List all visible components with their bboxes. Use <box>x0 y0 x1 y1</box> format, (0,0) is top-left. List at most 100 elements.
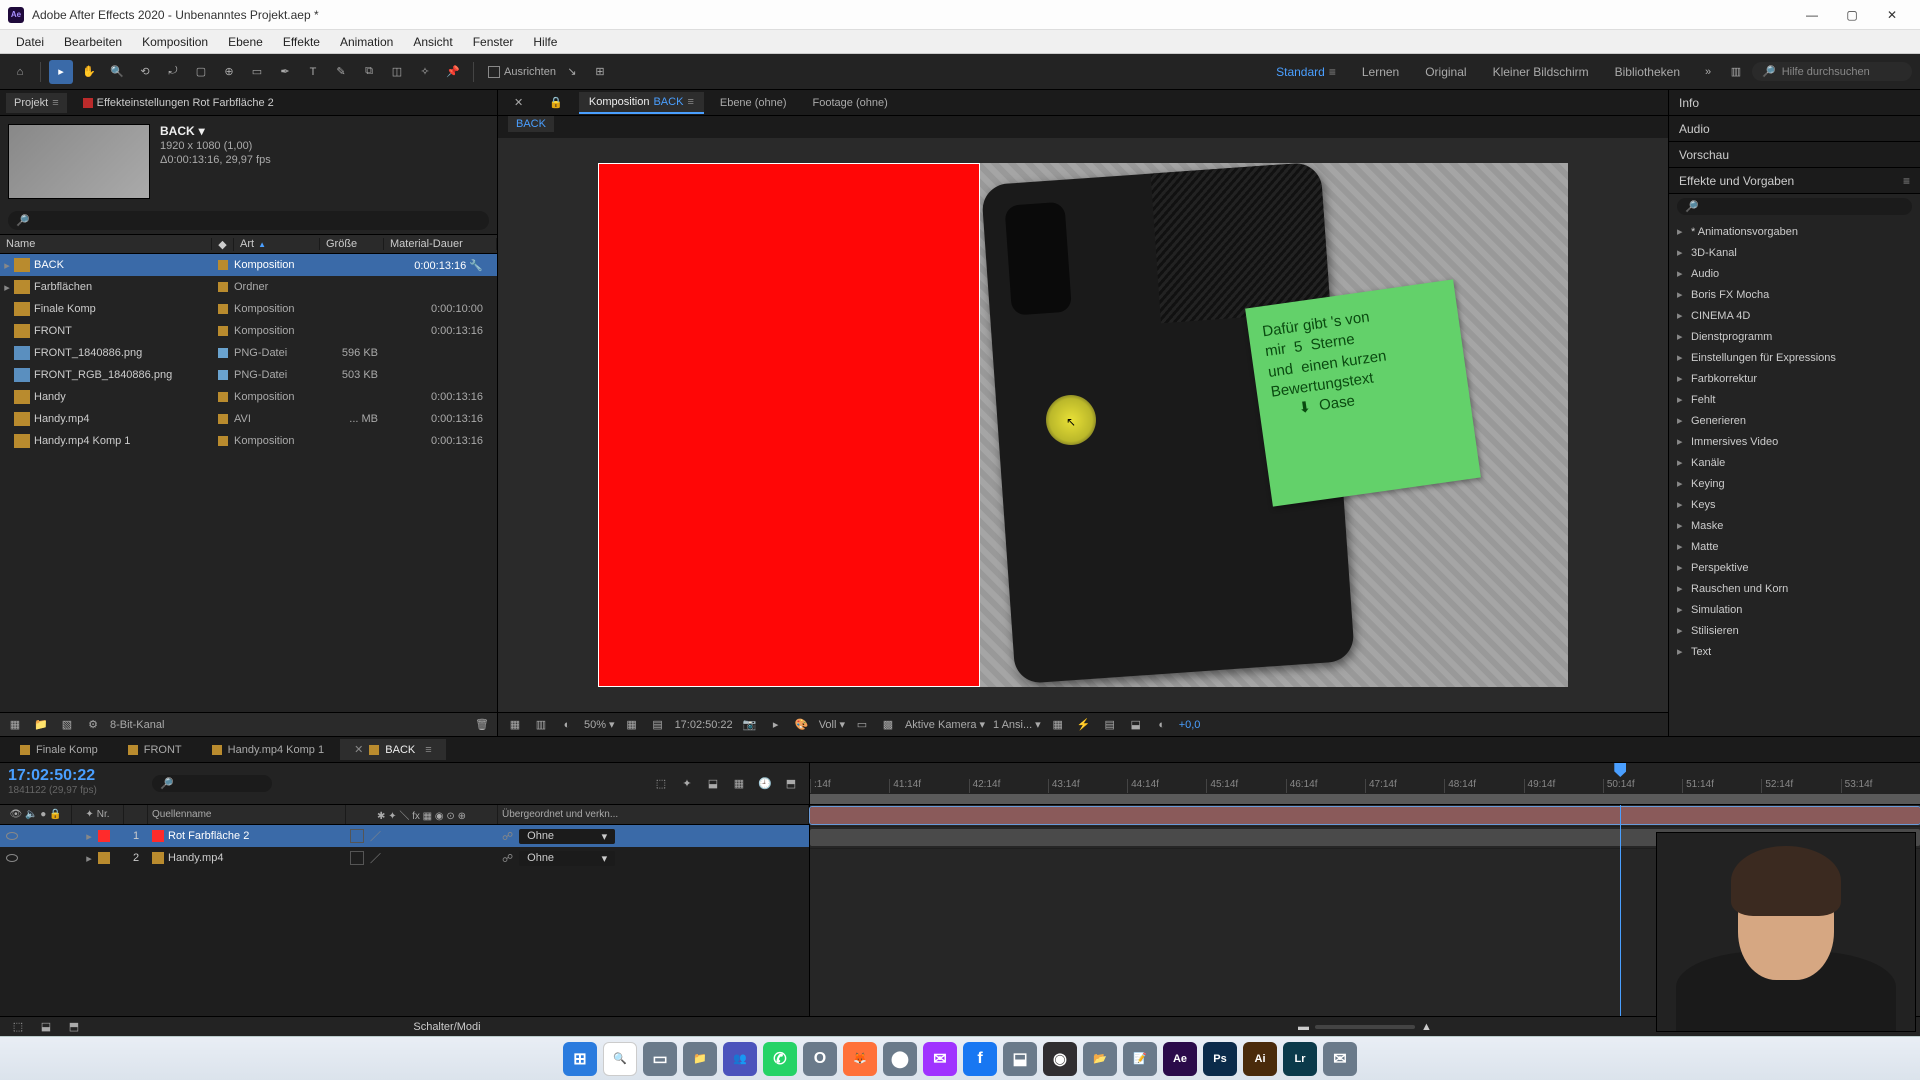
fx-category[interactable]: ▸Stilisieren <box>1669 620 1920 641</box>
taskbar-messenger-icon[interactable]: ✉ <box>923 1042 957 1076</box>
help-search-input[interactable]: 🔎 Hilfe durchsuchen <box>1752 62 1912 81</box>
timeline-layer-row[interactable]: ▸1Rot Farbfläche 2／☍Ohne▾ <box>0 825 809 847</box>
switch-modes-label[interactable]: Schalter/Modi <box>92 1021 802 1033</box>
workspace-overflow-icon[interactable]: » <box>1696 60 1720 84</box>
workspace-panel-icon[interactable]: ▥ <box>1724 60 1748 84</box>
snap-options-icon[interactable]: ⊞ <box>588 60 612 84</box>
workspace-standard[interactable]: Standard≡ <box>1264 61 1348 83</box>
zoom-tool-icon[interactable]: 🔍 <box>105 60 129 84</box>
flowchart-icon[interactable]: ⬓ <box>1127 716 1145 734</box>
tl-btn-1-icon[interactable]: ⬚ <box>651 774 671 794</box>
col-parent[interactable]: Übergeordnet und verkn... <box>498 805 809 824</box>
interpret-icon[interactable]: ▦ <box>6 716 24 734</box>
menu-ebene[interactable]: Ebene <box>218 32 273 52</box>
timeline-timecode[interactable]: 17:02:50:22 <box>8 767 136 785</box>
taskbar-mail-icon[interactable]: ✉ <box>1323 1042 1357 1076</box>
fx-category[interactable]: ▸* Animationsvorgaben <box>1669 221 1920 242</box>
project-row[interactable]: ▸BACKKomposition0:00:13:16 🔧 <box>0 254 497 276</box>
timeline-layer-row[interactable]: ▸2Handy.mp4／☍Ohne▾ <box>0 847 809 869</box>
new-comp-icon[interactable]: ▧ <box>58 716 76 734</box>
timeline-ruler[interactable]: :14f41:14f42:14f43:14f44:14f45:14f46:14f… <box>810 763 1920 805</box>
timeline-icon[interactable]: ▤ <box>1101 716 1119 734</box>
fx-category[interactable]: ▸Dienstprogramm <box>1669 326 1920 347</box>
taskbar-app2-icon[interactable]: ⬓ <box>1003 1042 1037 1076</box>
selected-item-name[interactable]: BACK ▾ <box>160 124 271 138</box>
fx-category[interactable]: ▸Generieren <box>1669 410 1920 431</box>
channel-icon[interactable]: ▥ <box>532 716 550 734</box>
composition-viewer[interactable]: Dafür gibt 's vonmir 5 Sterneund einen k… <box>598 163 1568 687</box>
project-search-input[interactable]: 🔎 <box>8 211 489 230</box>
taskbar-opera-icon[interactable]: O <box>803 1042 837 1076</box>
menu-animation[interactable]: Animation <box>330 32 403 52</box>
workspace-kleiner-bildschirm[interactable]: Kleiner Bildschirm <box>1481 61 1601 83</box>
exposure-value[interactable]: +0,0 <box>1179 719 1201 731</box>
exposure-reset-icon[interactable]: ◐ <box>1153 716 1171 734</box>
taskbar-search-icon[interactable]: 🔍 <box>603 1042 637 1076</box>
zoom-slider[interactable] <box>1315 1025 1415 1029</box>
tab-project[interactable]: Projekt ≡ <box>6 93 67 113</box>
fast-preview-icon[interactable]: ⚡ <box>1075 716 1093 734</box>
tab-menu-icon[interactable]: ≡ <box>687 96 693 108</box>
roi-icon[interactable]: ▭ <box>853 716 871 734</box>
effects-search-input[interactable]: 🔎 <box>1677 198 1912 215</box>
project-row[interactable]: FRONTKomposition0:00:13:16 <box>0 320 497 342</box>
snapping-icon[interactable]: ↘ <box>560 60 584 84</box>
taskbar-teams-icon[interactable]: 👥 <box>723 1042 757 1076</box>
taskbar-windows-icon[interactable]: ⊞ <box>563 1042 597 1076</box>
fx-category[interactable]: ▸Immersives Video <box>1669 431 1920 452</box>
workspace-lernen[interactable]: Lernen <box>1350 61 1411 83</box>
fx-category[interactable]: ▸Farbkorrektur <box>1669 368 1920 389</box>
timeline-tab[interactable]: Finale Komp <box>6 740 112 760</box>
pan-behind-tool-icon[interactable]: ⊕ <box>217 60 241 84</box>
camera-tool-icon[interactable]: ▢ <box>189 60 213 84</box>
taskbar-ai-icon[interactable]: Ai <box>1243 1042 1277 1076</box>
comp-tab-active[interactable]: Komposition BACK ≡ <box>579 92 704 114</box>
taskbar-explorer-icon[interactable]: 📁 <box>683 1042 717 1076</box>
col-quellenname[interactable]: Quellenname <box>148 805 346 824</box>
zoom-out-icon[interactable]: ▬ <box>1298 1021 1309 1033</box>
color-mgmt-icon[interactable]: 🎨 <box>793 716 811 734</box>
fx-category[interactable]: ▸Keying <box>1669 473 1920 494</box>
comp-tab-lock-icon[interactable]: 🔒 <box>539 92 573 113</box>
shape-tool-icon[interactable]: ▭ <box>245 60 269 84</box>
taskbar-lr-icon[interactable]: Lr <box>1283 1042 1317 1076</box>
col-label-icon[interactable]: ◆ <box>212 238 234 251</box>
fx-category[interactable]: ▸Boris FX Mocha <box>1669 284 1920 305</box>
panel-info[interactable]: Info <box>1669 90 1920 116</box>
project-row[interactable]: Handy.mp4 Komp 1Komposition0:00:13:16 <box>0 430 497 452</box>
col-size[interactable]: Größe <box>320 238 384 250</box>
panel-menu-icon[interactable]: ≡ <box>1903 174 1910 188</box>
fx-category[interactable]: ▸Matte <box>1669 536 1920 557</box>
toggle-switches-icon[interactable]: ⬚ <box>8 1017 28 1037</box>
timeline-tab[interactable]: FRONT <box>114 740 196 760</box>
fx-category[interactable]: ▸Kanäle <box>1669 452 1920 473</box>
clone-tool-icon[interactable]: ⧉ <box>357 60 381 84</box>
col-type[interactable]: Art ▲ <box>234 238 320 250</box>
taskbar-files-icon[interactable]: 📂 <box>1083 1042 1117 1076</box>
home-icon[interactable]: ⌂ <box>8 60 32 84</box>
workspace-bibliotheken[interactable]: Bibliotheken <box>1603 61 1692 83</box>
comp-breadcrumb[interactable]: BACK <box>498 116 1668 138</box>
fx-category[interactable]: ▸Text <box>1669 641 1920 662</box>
roto-tool-icon[interactable]: ✧ <box>413 60 437 84</box>
menu-komposition[interactable]: Komposition <box>132 32 218 52</box>
menu-effekte[interactable]: Effekte <box>273 32 330 52</box>
camera-select[interactable]: Aktive Kamera ▾ <box>905 718 985 731</box>
zoom-select[interactable]: 50% ▾ <box>584 718 615 731</box>
type-tool-icon[interactable]: T <box>301 60 325 84</box>
selection-tool-icon[interactable]: ▸ <box>49 60 73 84</box>
timeline-track[interactable] <box>810 805 1920 827</box>
current-time[interactable]: 17:02:50:22 <box>675 719 733 731</box>
fx-category[interactable]: ▸CINEMA 4D <box>1669 305 1920 326</box>
panel-effects-presets[interactable]: Effekte und Vorgaben ≡ <box>1669 168 1920 194</box>
menu-bearbeiten[interactable]: Bearbeiten <box>54 32 132 52</box>
hand-tool-icon[interactable]: ✋ <box>77 60 101 84</box>
project-row[interactable]: HandyKomposition0:00:13:16 <box>0 386 497 408</box>
show-snapshot-icon[interactable]: ▸ <box>767 716 785 734</box>
fx-category[interactable]: ▸Audio <box>1669 263 1920 284</box>
col-duration[interactable]: Material-Dauer <box>384 238 497 250</box>
fx-category[interactable]: ▸Maske <box>1669 515 1920 536</box>
brush-tool-icon[interactable]: ✎ <box>329 60 353 84</box>
menu-datei[interactable]: Datei <box>6 32 54 52</box>
tl-btn-4-icon[interactable]: ▦ <box>729 774 749 794</box>
